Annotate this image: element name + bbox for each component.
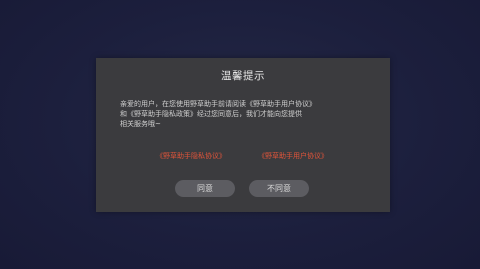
dialog-message-line: 相关服务哦~ <box>120 120 161 128</box>
privacy-prompt-dialog: 温馨提示 亲爱的用户，在您使用野草助手前请阅读《野草助手用户协议》 和《野草助手… <box>96 58 390 212</box>
dialog-title: 温馨提示 <box>221 70 265 82</box>
user-agreement-link[interactable]: 《野草助手用户协议》 <box>258 151 328 161</box>
dialog-message-line: 和《野草助手隐私政策》经过您同意后，我们才能向您提供 <box>120 110 302 118</box>
dialog-message-line: 亲爱的用户，在您使用野草助手前请阅读《野草助手用户协议》 <box>120 100 316 108</box>
agree-button[interactable]: 同意 <box>175 180 235 197</box>
disagree-button[interactable]: 不同意 <box>249 180 309 197</box>
dialog-message: 亲爱的用户，在您使用野草助手前请阅读《野草助手用户协议》 和《野草助手隐私政策》… <box>120 99 370 129</box>
privacy-policy-link[interactable]: 《野草助手隐私协议》 <box>156 151 226 161</box>
